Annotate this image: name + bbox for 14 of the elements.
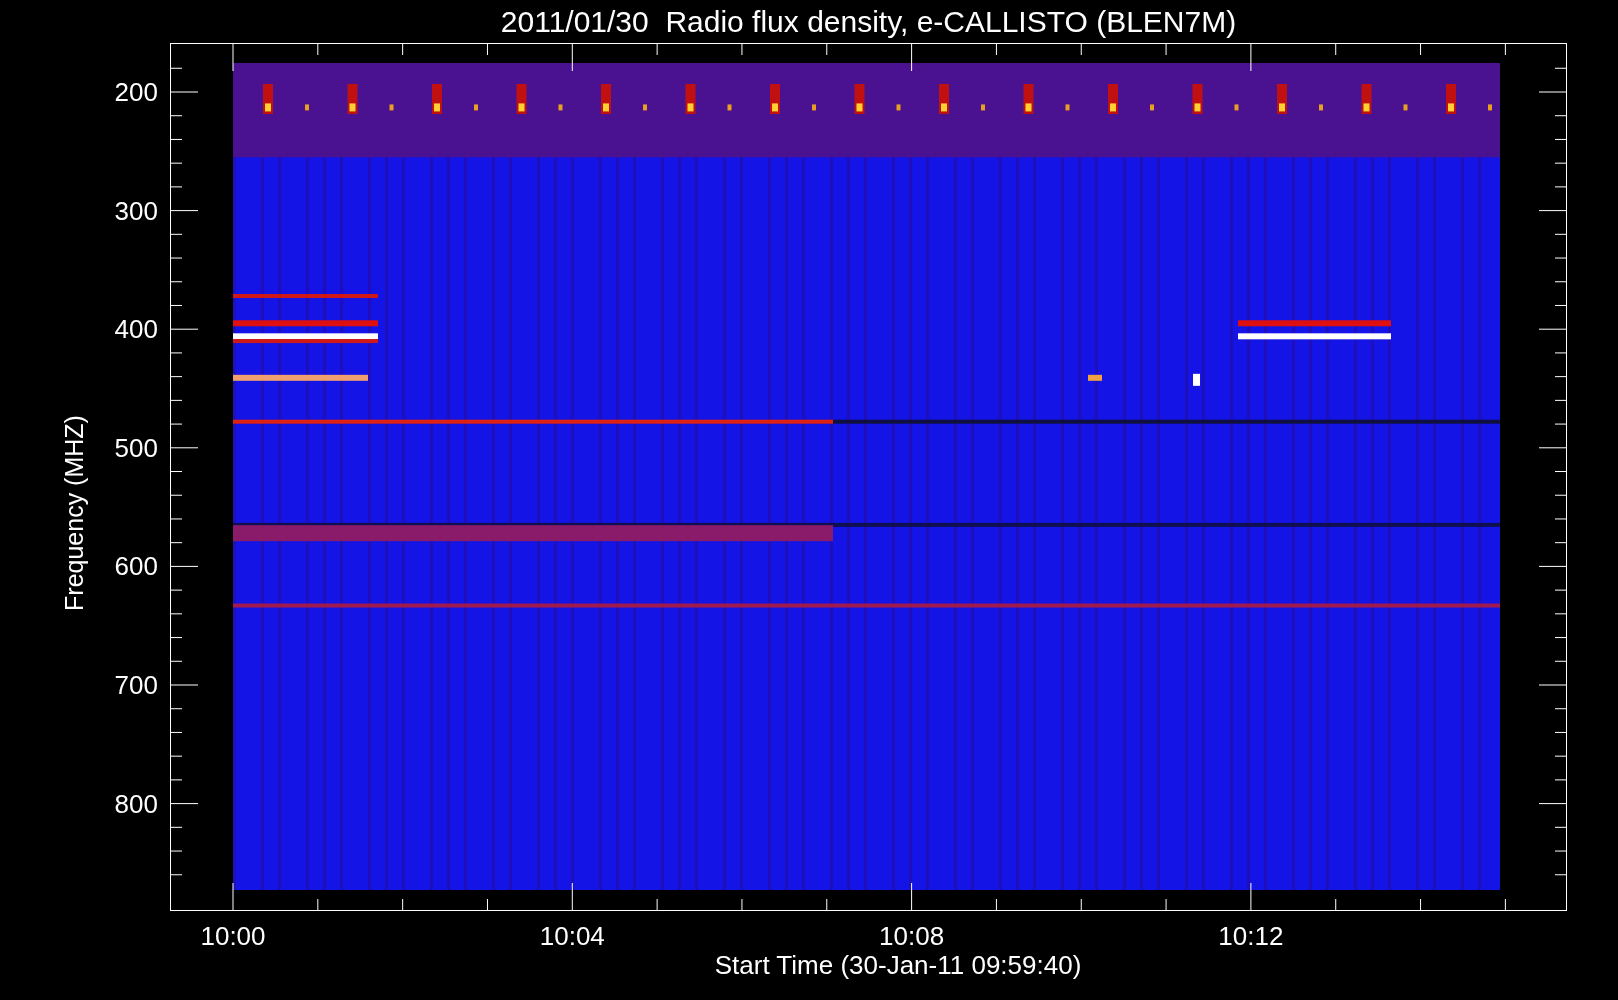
y-axis-label: Frequency (MHZ) — [61, 415, 87, 611]
x-tick-label: 10:12 — [1218, 923, 1284, 949]
x-tick-label: 10:08 — [879, 923, 945, 949]
x-tick-label: 10:00 — [200, 923, 266, 949]
y-tick-label: 200 — [114, 79, 158, 105]
y-tick-label: 500 — [114, 434, 158, 461]
y-tick-label: 800 — [114, 790, 158, 817]
x-axis-label: Start Time (30-Jan-11 09:59:40) — [714, 952, 1082, 978]
y-tick-label: 300 — [114, 197, 158, 224]
y-tick-label: 400 — [114, 316, 158, 343]
y-tick-label: 700 — [114, 672, 158, 698]
x-tick-label: 10:04 — [539, 923, 605, 949]
y-tick-label: 600 — [114, 553, 158, 580]
chart-title: 2011/01/30 Radio flux density, e-CALLISTO (BLEN7M) — [500, 6, 1237, 37]
